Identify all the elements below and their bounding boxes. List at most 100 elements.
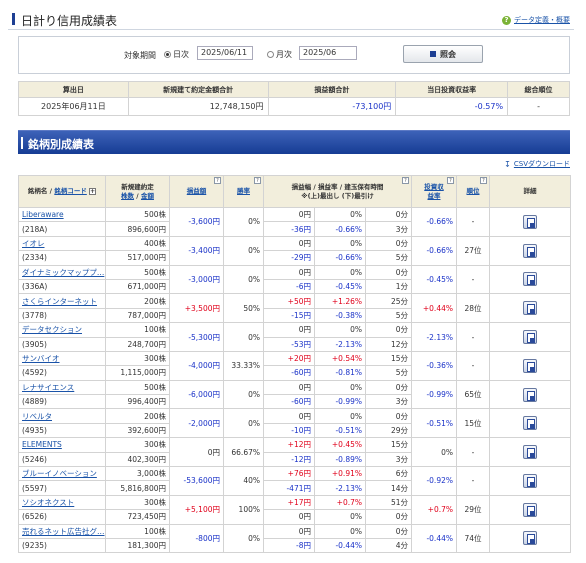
show-button-label: 照会 bbox=[440, 49, 456, 59]
bottom-time-cell: 4分 bbox=[365, 537, 412, 554]
shares-cell: 300株 bbox=[105, 350, 170, 367]
bottom-rate-cell: -0.99% bbox=[314, 394, 366, 410]
stock-name-link[interactable]: ソシオネクスト bbox=[18, 494, 106, 511]
pnl-cell: -3,600円 bbox=[169, 207, 224, 237]
amount-cell: 181,300円 bbox=[105, 537, 170, 554]
top-time-cell: 6分 bbox=[365, 466, 412, 482]
sort-by-roi-link[interactable]: 投資収益率 bbox=[422, 183, 446, 201]
stock-name-link[interactable]: ELEMENTS bbox=[18, 437, 106, 453]
daily-date-input[interactable]: 2025/06/11 bbox=[197, 46, 253, 60]
stock-code-cell: (6526) bbox=[18, 509, 106, 525]
filter-panel: 対象期間 日次 2025/06/11 月次 2025/06 照会 bbox=[18, 36, 570, 74]
document-detail-icon[interactable] bbox=[523, 531, 537, 546]
bottom-rate-cell: -0.66% bbox=[314, 221, 366, 237]
top-time-cell: 15分 bbox=[365, 437, 412, 453]
document-detail-icon[interactable] bbox=[523, 387, 537, 402]
stock-code-cell: (9235) bbox=[18, 537, 106, 554]
help-box-icon[interactable]: ? bbox=[402, 177, 409, 184]
roi-cell: -0.36% bbox=[411, 350, 457, 381]
stock-name-link[interactable]: ダイナミックマッププ… bbox=[18, 264, 106, 280]
sort-toggle-icon[interactable]: + bbox=[89, 187, 97, 195]
help-box-icon[interactable]: ? bbox=[214, 177, 221, 184]
bottom-time-cell: 1分 bbox=[365, 278, 412, 295]
header-sep: / bbox=[134, 191, 141, 200]
stock-name-link[interactable]: Liberaware bbox=[18, 206, 106, 223]
bottom-rate-cell: -2.13% bbox=[314, 336, 366, 352]
summary-header-amount: 新規建て約定金額合計 bbox=[127, 81, 269, 98]
sort-by-amount-link[interactable]: 金額 bbox=[141, 192, 154, 200]
roi-cell: -0.92% bbox=[411, 466, 457, 496]
sort-by-rank-link[interactable]: 順位 bbox=[467, 187, 480, 195]
rank-cell: 74位 bbox=[456, 523, 490, 554]
shares-cell: 200株 bbox=[105, 408, 170, 424]
monthly-radio[interactable] bbox=[267, 51, 274, 58]
document-detail-icon[interactable] bbox=[523, 473, 537, 488]
document-detail-icon[interactable] bbox=[523, 358, 537, 373]
data-definition-link[interactable]: データ定義・概要 bbox=[514, 15, 570, 25]
stock-name-link[interactable]: サンバイオ bbox=[18, 350, 106, 367]
show-button[interactable]: 照会 bbox=[403, 45, 483, 63]
help-box-icon[interactable]: ? bbox=[480, 177, 487, 184]
detail-cell bbox=[489, 293, 571, 324]
stock-name-link[interactable]: ブルーイノベーション bbox=[18, 466, 106, 482]
shares-cell: 100株 bbox=[105, 322, 170, 338]
top-range-cell: +50円 bbox=[263, 293, 315, 309]
bottom-range-cell: -8円 bbox=[263, 537, 315, 554]
rank-cell: 28位 bbox=[456, 293, 490, 324]
pnl-cell: -3,400円 bbox=[169, 235, 224, 266]
amount-cell: 5,816,800円 bbox=[105, 480, 170, 496]
table-row: Liberaware 500株 -3,600円 0% 0円 0% 0分 -0.66% - bbox=[18, 206, 571, 237]
pnl-cell: 0円 bbox=[169, 437, 224, 468]
summary-header-roi: 当日投資収益率 bbox=[395, 81, 509, 98]
sort-by-shares-link[interactable]: 株数 bbox=[121, 192, 134, 200]
stock-code-cell: (4592) bbox=[18, 365, 106, 381]
shares-cell: 200株 bbox=[105, 293, 170, 309]
detail-cell bbox=[489, 322, 571, 352]
help-box-icon[interactable]: ? bbox=[254, 177, 261, 184]
stock-name-link[interactable]: イオレ bbox=[18, 235, 106, 252]
document-detail-icon[interactable] bbox=[523, 330, 537, 345]
detail-cell bbox=[489, 408, 571, 439]
csv-download-link[interactable]: CSVダウンロード bbox=[514, 159, 570, 169]
table-row: サンバイオ 300株 -4,000円 33.33% +20円 +0.54% 15分 -0.36… bbox=[18, 350, 571, 381]
roi-cell: +0.44% bbox=[411, 293, 457, 324]
win-rate-cell: 0% bbox=[223, 322, 264, 352]
header-name-label: 銘柄名 bbox=[27, 187, 48, 195]
document-detail-icon[interactable] bbox=[523, 416, 537, 431]
summary-amount: 12,748,150円 bbox=[127, 97, 269, 116]
document-detail-icon[interactable] bbox=[523, 301, 537, 316]
header-volume: 新規建約定 株数 / 金額 bbox=[105, 175, 170, 208]
sort-by-pnl-link[interactable]: 損益額 bbox=[187, 187, 207, 195]
help-box-icon[interactable]: ? bbox=[447, 177, 454, 184]
section-header: 銘柄別成績表 bbox=[18, 130, 570, 154]
summary-table: 算出日 新規建て約定金額合計 損益額合計 当日投資収益率 総合順位 2025年0… bbox=[18, 81, 570, 116]
sort-by-win-rate-link[interactable]: 勝率 bbox=[237, 187, 250, 195]
stock-name-link[interactable]: さくらインターネット bbox=[18, 293, 106, 309]
sort-by-code-link[interactable]: 銘柄コード bbox=[54, 187, 87, 195]
table-row: 売れるネット広告社グ… 100株 -800円 0% 0円 0% 0分 -0.44% 74位 bbox=[18, 523, 571, 554]
stock-name-link[interactable]: データセクション bbox=[18, 322, 106, 338]
document-detail-icon[interactable] bbox=[523, 243, 537, 258]
top-rate-cell: +0.45% bbox=[314, 437, 366, 453]
document-detail-icon[interactable] bbox=[523, 214, 537, 229]
stock-name-link[interactable]: 売れるネット広告社グ… bbox=[18, 523, 106, 539]
monthly-date-input[interactable]: 2025/06 bbox=[299, 46, 357, 60]
win-rate-cell: 0% bbox=[223, 523, 264, 554]
document-detail-icon[interactable] bbox=[523, 445, 537, 460]
header-roi: ? 投資収益率 bbox=[411, 175, 457, 208]
rank-cell: - bbox=[456, 264, 490, 295]
pnl-cell: +5,100円 bbox=[169, 494, 224, 525]
document-detail-icon[interactable] bbox=[523, 272, 537, 287]
daily-radio[interactable] bbox=[164, 51, 171, 58]
win-rate-cell: 0% bbox=[223, 207, 264, 237]
stock-name-link[interactable]: レナサイエンス bbox=[18, 379, 106, 396]
document-detail-icon[interactable] bbox=[523, 502, 537, 517]
amount-cell: 723,450円 bbox=[105, 509, 170, 525]
stock-code-cell: (3778) bbox=[18, 307, 106, 324]
stock-code-cell: (336A) bbox=[18, 278, 106, 295]
summary-pnl: -73,100円 bbox=[267, 97, 397, 116]
question-circle-icon: ? bbox=[502, 15, 511, 25]
stock-name-link[interactable]: リベルタ bbox=[18, 408, 106, 424]
bottom-time-cell: 5分 bbox=[365, 307, 412, 324]
stock-code-cell: (4935) bbox=[18, 422, 106, 439]
